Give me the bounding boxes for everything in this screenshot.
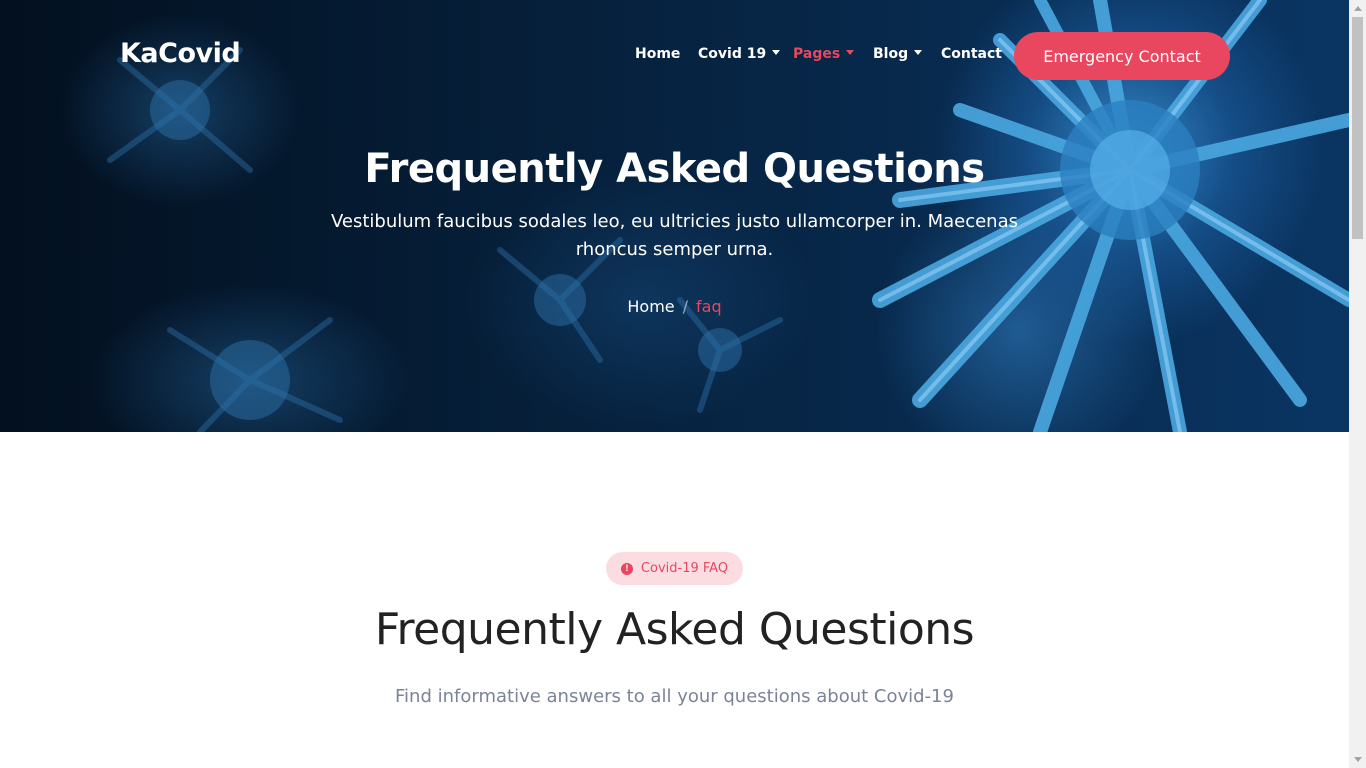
scrollbar-thumb[interactable] — [1352, 17, 1363, 239]
faq-badge-label: Covid-19 FAQ — [640, 561, 729, 576]
nav-label-covid19: Covid 19 — [698, 46, 767, 62]
page-scrollbar[interactable] — [1349, 0, 1366, 768]
chevron-down-icon — [846, 49, 855, 55]
nav-item-blog[interactable]: Blog — [873, 46, 923, 62]
breadcrumb-home-link[interactable]: Home — [627, 297, 674, 316]
section-title: Frequently Asked Questions — [374, 604, 975, 655]
section-subtitle: Find informative answers to all your que… — [395, 686, 954, 707]
hero-title: Frequently Asked Questions — [364, 146, 985, 192]
hero-subtitle: Vestibulum faucibus sodales leo, eu ultr… — [331, 211, 1018, 260]
nav-label-pages: Pages — [793, 46, 841, 62]
brand-logo[interactable]: KaCovid — [120, 38, 241, 69]
breadcrumb: Home / faq — [0, 297, 1349, 316]
scroll-down-arrow-icon[interactable] — [1349, 751, 1366, 768]
nav-label-contact: Contact — [941, 46, 1002, 62]
emergency-contact-button[interactable]: Emergency Contact — [1014, 32, 1230, 80]
breadcrumb-current: faq — [696, 297, 722, 316]
nav-label-blog: Blog — [873, 46, 909, 62]
nav-item-pages[interactable]: Pages — [793, 46, 855, 62]
nav-item-covid19[interactable]: Covid 19 — [698, 46, 781, 62]
chevron-down-icon — [772, 49, 781, 55]
breadcrumb-separator: / — [682, 297, 689, 316]
chevron-down-icon — [914, 49, 923, 55]
nav-label-home: Home — [635, 46, 681, 62]
nav-item-contact[interactable]: Contact — [941, 46, 1002, 62]
nav-item-home[interactable]: Home — [635, 46, 680, 62]
hero-banner: KaCovid Home Covid 19 Pages Blog Contact… — [0, 0, 1349, 432]
info-icon: ! — [620, 562, 633, 575]
faq-badge: ! Covid-19 FAQ — [606, 552, 743, 585]
scroll-up-arrow-icon[interactable] — [1349, 0, 1366, 17]
